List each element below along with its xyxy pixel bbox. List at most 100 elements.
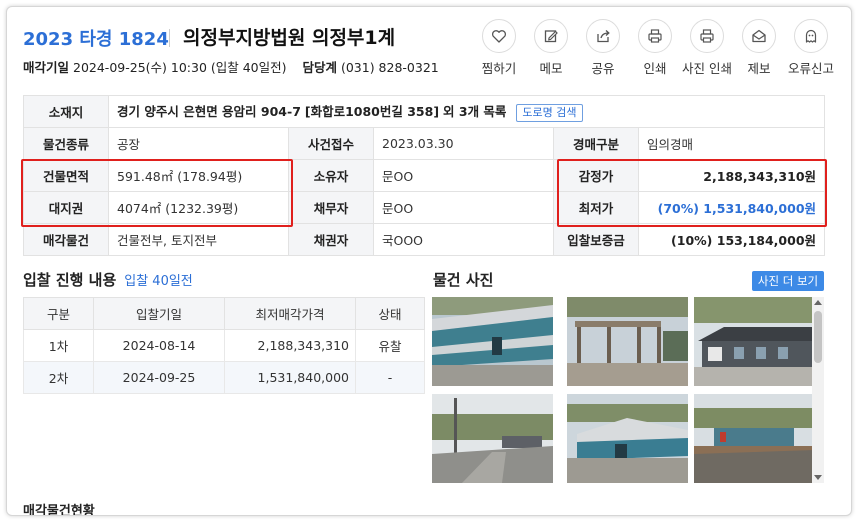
share-icon [597,30,610,43]
error-report-button[interactable]: 오류신고 [785,19,837,77]
bid-title: 입찰 진행 내용 [23,271,117,289]
next-section-title: 매각물건현황 [23,504,95,516]
debtor-label: 채무자 [288,191,374,224]
court-name: 의정부지방법원 의정부1계 [183,27,396,49]
auction-detail-panel: 2023 타경 1824 의정부지방법원 의정부1계 매각기일 2024-09-… [6,6,852,516]
share-button[interactable]: 공유 [577,19,629,77]
bid-date: 2024-09-25 [93,361,225,394]
table-row: 대지권 4074㎡ (1232.39평) 채무자 문OO 최저가 (70%) 1… [23,191,826,224]
property-info-table: 소재지 경기 양주시 은현면 용암리 904-7 [화합로1080번길 358]… [23,95,826,256]
column-header: 최저매각가격 [224,297,356,330]
report-label: 제보 [747,61,771,76]
photo-print-label: 사진 인쇄 [682,61,732,76]
sale-item-label: 매각물건 [23,223,109,256]
heart-icon [492,30,506,43]
table-row: 건물면적 591.48㎡ (178.94평) 소유자 문OO 감정가 2,188… [23,159,826,192]
appraisal-value: 2,188,343,310원 [637,159,826,192]
memo-label: 메모 [539,61,563,76]
property-photo[interactable] [694,394,815,483]
bid-status: - [355,361,425,394]
building-area-label: 건물면적 [23,159,109,192]
ghost-icon [805,29,817,43]
sale-date-label: 매각기일 [23,60,70,75]
owner-label: 소유자 [288,159,374,192]
share-label: 공유 [591,61,615,76]
column-header: 입찰기일 [93,297,225,330]
favorite-label: 찜하기 [481,61,517,76]
case-number: 2023 타경 1824 [23,29,169,50]
received-value: 2023.03.30 [373,127,554,160]
debtor-value: 문OO [373,191,554,224]
print-label: 인쇄 [643,61,667,76]
bid-date: 2024-08-14 [93,329,225,362]
mail-icon [752,29,766,43]
sale-meta: 매각기일 2024-09-25(수) 10:30 (입찰 40일전) 담당계 (… [23,57,439,76]
bid-min-price: 1,531,840,000 [224,361,356,394]
photo-gallery [432,297,824,483]
minimum-value: (70%) 1,531,840,000원 [637,191,826,224]
table-row: 매각물건 건물전부, 토지전부 채권자 국OOO 입찰보증금 (10%) 153… [23,223,826,256]
table-header-row: 구분 입찰기일 최저매각가격 상태 [23,297,425,330]
table-row: 소재지 경기 양주시 은현면 용암리 904-7 [화합로1080번길 358]… [23,95,826,128]
land-value: 4074㎡ (1232.39평) [108,191,289,224]
bid-min-price: 2,188,343,310 [224,329,356,362]
bid-round: 2차 [23,361,94,394]
dept-phone: (031) 828-0321 [340,60,439,75]
property-photo[interactable] [432,394,553,483]
scroll-thumb[interactable] [814,311,822,363]
memo-icon [544,30,558,43]
type-value: 공장 [108,127,289,160]
title-divider [169,29,170,47]
received-label: 사건접수 [288,127,374,160]
favorite-button[interactable]: 찜하기 [473,19,525,77]
creditor-label: 채권자 [288,223,374,256]
action-toolbar: 찜하기 메모 공유 인쇄 사진 인쇄 제보 오류신고 [473,19,837,77]
column-header: 상태 [355,297,425,330]
print-icon [648,29,662,43]
appraisal-label: 감정가 [553,159,639,192]
property-photo[interactable] [694,297,815,386]
address-road: [화합로1080번길 358] [304,104,440,119]
bid-section-title: 입찰 진행 내용 입찰 40일전 [23,269,193,290]
report-button[interactable]: 제보 [733,19,785,77]
table-row: 물건종류 공장 사건접수 2023.03.30 경매구분 임의경매 [23,127,826,160]
deposit-value: (10%) 153,184,000원 [637,223,826,256]
column-header: 구분 [23,297,94,330]
bid-round: 1차 [23,329,94,362]
bid-subtitle: 입찰 40일전 [124,274,193,289]
property-photo[interactable] [432,297,553,386]
error-report-label: 오류신고 [787,61,834,76]
photo-scrollbar[interactable] [812,297,824,483]
address-cell: 경기 양주시 은현면 용암리 904-7 [화합로1080번길 358] 외 3… [107,95,826,128]
table-row: 2차 2024-09-25 1,531,840,000 - [23,361,425,394]
scroll-down-icon[interactable] [814,475,822,480]
property-photo[interactable] [567,297,688,386]
land-label: 대지권 [23,191,109,224]
auction-type-value: 임의경매 [637,127,826,160]
owner-value: 문OO [373,159,554,192]
address-extra: 외 3개 목록 [443,104,507,119]
address-label: 소재지 [23,95,109,128]
auction-type-label: 경매구분 [553,127,639,160]
type-label: 물건종류 [23,127,109,160]
bid-status: 유찰 [355,329,425,362]
table-row: 1차 2024-08-14 2,188,343,310 유찰 [23,329,425,362]
scroll-up-icon[interactable] [814,300,822,305]
more-photos-button[interactable]: 사진 더 보기 [752,271,824,291]
photo-section-title: 물건 사진 [433,271,494,289]
road-search-button[interactable]: 도로명 검색 [516,104,583,122]
photo-print-button[interactable]: 사진 인쇄 [681,19,733,77]
property-photo[interactable] [567,394,688,483]
address-value: 경기 양주시 은현면 용암리 904-7 [117,104,301,119]
print-button[interactable]: 인쇄 [629,19,681,77]
minimum-label: 최저가 [553,191,639,224]
dept-label: 담당계 [302,60,337,75]
sale-date-value: 2024-09-25(수) 10:30 (입찰 40일전) [73,60,287,75]
print-icon [700,29,714,43]
building-area-value: 591.48㎡ (178.94평) [108,159,289,192]
deposit-label: 입찰보증금 [553,223,639,256]
memo-button[interactable]: 메모 [525,19,577,77]
sale-item-value: 건물전부, 토지전부 [108,223,289,256]
bid-history-table: 구분 입찰기일 최저매각가격 상태 1차 2024-08-14 2,188,34… [23,297,425,394]
creditor-value: 국OOO [373,223,554,256]
